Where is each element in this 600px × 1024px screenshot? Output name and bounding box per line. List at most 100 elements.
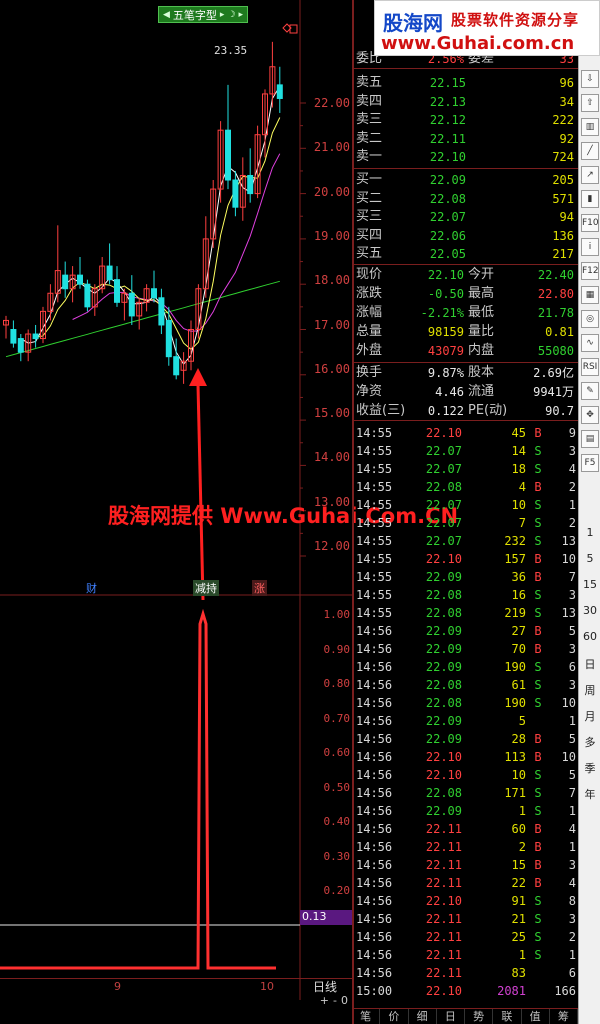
bid-row[interactable]: 买五 22.05 217 [356,245,578,263]
bid-label: 买一 [356,172,383,187]
ask-row[interactable]: 卖四 22.13 34 [356,93,578,111]
period-button[interactable]: 5 [579,552,600,565]
zoom-in-button[interactable]: + [320,994,329,1010]
tab-1[interactable]: 价 [380,1009,409,1024]
period-button[interactable]: 15 [579,578,600,591]
tab-6[interactable]: 值 [522,1009,550,1024]
period-button[interactable]: 月 [579,708,600,724]
tick-row[interactable]: 14:55 22.10 157 B 10 [356,550,578,568]
tick-row[interactable]: 14:55 22.09 36 B 7 [356,568,578,586]
price-tick: 16.00 [313,361,350,376]
tick-row[interactable]: 14:55 22.08 16 S 3 [356,586,578,604]
tab-3[interactable]: 日 [437,1009,465,1024]
kline-chart[interactable]: ◀ 五笔字型 ▸ ☽ ▸ 23.35 22.00 21.00 20.00 19.00 1… [0,0,458,1024]
tick-row[interactable]: 14:56 22.08 61 S 3 [356,676,578,694]
period-button[interactable]: 1 [579,526,600,539]
tick-row[interactable]: 14:56 22.08 171 S 7 [356,784,578,802]
tab-7[interactable]: 筹 [550,1009,578,1024]
tab-2[interactable]: 细 [409,1009,437,1024]
tick-row[interactable]: 15:00 22.10 2081 166 [356,982,578,1000]
tick-row[interactable]: 14:55 22.08 4 B 2 [356,478,578,496]
event-marker-finance[interactable]: 财 [84,580,99,596]
tick-row[interactable]: 14:56 22.11 21 S 3 [356,910,578,928]
bid-row[interactable]: 买二 22.08 571 [356,190,578,208]
period-button[interactable]: 60 [579,630,600,643]
arrow-up-icon[interactable]: ⇧ [581,94,599,112]
f11-icon[interactable]: i [581,238,599,256]
arrow-right-icon[interactable]: ▸ [239,10,244,20]
period-button[interactable]: 30 [579,604,600,617]
tick-row[interactable]: 14:56 22.11 2 B 1 [356,838,578,856]
pin-icon[interactable]: ✎ [581,382,599,400]
f10-icon[interactable]: F10 [581,214,599,232]
tab-5[interactable]: 联 [493,1009,522,1024]
period-button[interactable]: 日 [579,656,600,672]
ring-icon[interactable]: ◎ [581,310,599,328]
tick-row[interactable]: 14:55 22.07 18 S 4 [356,460,578,478]
period-button[interactable]: 周 [579,682,600,698]
kline-icon[interactable]: ▮ [581,190,599,208]
zoom-out-button[interactable]: - [333,994,337,1010]
tick-row[interactable]: 14:56 22.09 190 S 6 [356,658,578,676]
tab-4[interactable]: 势 [465,1009,494,1024]
tick-price: 22.08 [425,786,462,800]
tick-row[interactable]: 14:56 22.11 60 B 4 [356,820,578,838]
bid-row[interactable]: 买四 22.06 136 [356,227,578,245]
bid-row[interactable]: 买一 22.09 205 [356,171,578,189]
tick-row[interactable]: 14:55 22.07 7 S 2 [356,514,578,532]
tick-row[interactable]: 14:56 22.09 1 S 1 [356,802,578,820]
tab-0[interactable]: 笔 [352,1009,381,1024]
tick-row[interactable]: 14:56 22.09 28 B 5 [356,730,578,748]
tick-row[interactable]: 14:56 22.11 1 S 1 [356,946,578,964]
tick-row[interactable]: 14:56 22.10 91 S 8 [356,892,578,910]
arrow-right-icon[interactable]: ▸ [220,10,225,20]
moon-icon[interactable]: ☽ [227,10,235,20]
event-marker-reduce[interactable]: 减持 [193,580,219,596]
tick-row[interactable]: 14:56 22.09 70 B 3 [356,640,578,658]
zoom-reset-button[interactable]: 0 [341,994,348,1010]
tick-row[interactable]: 14:55 22.08 219 S 13 [356,604,578,622]
tick-row[interactable]: 14:56 22.11 83 6 [356,964,578,982]
tick-row[interactable]: 14:56 22.09 5 1 [356,712,578,730]
tick-row[interactable]: 14:55 22.07 14 S 3 [356,442,578,460]
move-icon[interactable]: ✥ [581,406,599,424]
tick-row[interactable]: 14:56 22.11 15 B 3 [356,856,578,874]
f5-icon[interactable]: F5 [581,454,599,472]
arrow-left-icon[interactable]: ◀ [163,10,170,20]
tick-row[interactable]: 14:56 22.10 10 S 5 [356,766,578,784]
tick-row[interactable]: 14:55 22.07 232 S 13 [356,532,578,550]
arrow-down-icon[interactable]: ⇩ [581,70,599,88]
rsi-icon[interactable]: RSI [581,358,599,376]
tick-price: 22.09 [425,714,462,728]
trend-icon[interactable]: ↗ [581,166,599,184]
tick-row[interactable]: 14:55 22.10 45 B 9 [356,424,578,442]
grid-icon[interactable]: ▦ [581,286,599,304]
tick-count: 3 [568,444,576,458]
bid-row[interactable]: 买三 22.07 94 [356,208,578,226]
tick-row[interactable]: 14:56 22.10 113 B 10 [356,748,578,766]
period-button[interactable]: 多 [579,734,600,750]
chart-icon[interactable]: ▥ [581,118,599,136]
tick-row[interactable]: 14:55 22.07 10 S 1 [356,496,578,514]
tick-row[interactable]: 14:56 22.11 25 S 2 [356,928,578,946]
ask-row[interactable]: 卖五 22.15 96 [356,74,578,92]
ask-row[interactable]: 卖三 22.12 222 [356,111,578,129]
ask-row[interactable]: 卖一 22.10 724 [356,148,578,166]
ask-label: 卖五 [356,75,383,90]
tick-time: 14:56 [356,822,393,836]
tick-row[interactable]: 14:56 22.08 190 S 10 [356,694,578,712]
ask-row[interactable]: 卖二 22.11 92 [356,130,578,148]
event-marker-rise[interactable]: 涨 [252,580,267,596]
f12-icon[interactable]: F12 [581,262,599,280]
candle-body [62,274,69,290]
book-icon[interactable]: ▤ [581,430,599,448]
tick-volume: 232 [504,534,526,548]
tick-row[interactable]: 14:56 22.09 27 B 5 [356,622,578,640]
line-icon[interactable]: ╱ [581,142,599,160]
period-label[interactable]: 日线 [313,978,337,995]
tick-row[interactable]: 14:56 22.11 22 B 4 [356,874,578,892]
period-button[interactable]: 年 [579,786,600,802]
formula-selector-button[interactable]: ◀ 五笔字型 ▸ ☽ ▸ [158,6,249,23]
wave-icon[interactable]: ∿ [581,334,599,352]
period-button[interactable]: 季 [579,760,600,776]
